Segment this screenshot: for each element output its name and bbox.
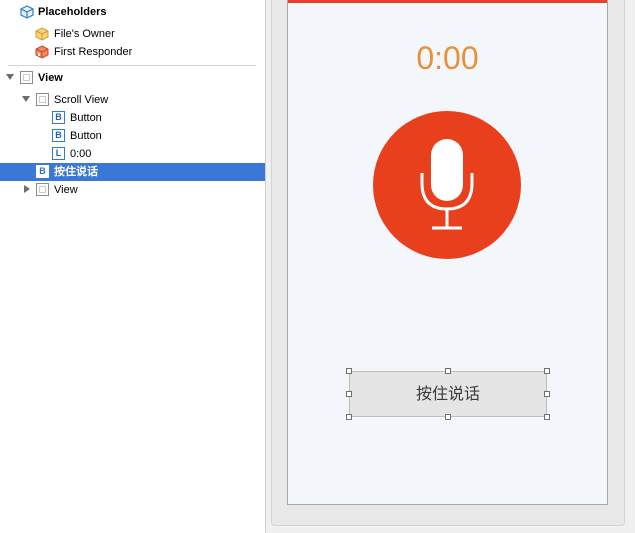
red-cube-icon: [35, 45, 49, 59]
yellow-cube-icon: [35, 27, 49, 41]
scroll-view-icon: [36, 93, 49, 106]
placeholders-label: Placeholders: [38, 6, 107, 18]
outline-row-scroll-view[interactable]: Scroll View: [0, 91, 265, 109]
timer-label[interactable]: 0:00: [288, 40, 607, 77]
disclosure-collapsed-icon[interactable]: [22, 184, 32, 194]
resize-handle-bottom-right[interactable]: [544, 414, 550, 420]
resize-handle-top-right[interactable]: [544, 368, 550, 374]
outline-row-first-responder[interactable]: First Responder: [0, 43, 265, 61]
view-label: View: [38, 72, 63, 84]
scroll-view-label: Scroll View: [54, 94, 109, 106]
outline-row-files-owner[interactable]: File's Owner: [0, 25, 265, 43]
resize-handle-left[interactable]: [346, 391, 352, 397]
document-outline: Placeholders File's Owner First Responde…: [0, 0, 266, 533]
cube-icon: [20, 5, 34, 19]
outline-row-button-1[interactable]: B Button: [0, 109, 265, 127]
outline-row-talk-button[interactable]: B 按住说话: [0, 163, 265, 181]
first-responder-label: First Responder: [54, 46, 133, 58]
label-time-label: 0:00: [70, 148, 92, 160]
resize-handle-bottom[interactable]: [445, 414, 451, 420]
button-type-icon: B: [52, 111, 65, 124]
view-box-icon: [20, 71, 33, 84]
outline-row-sub-view[interactable]: View: [0, 181, 265, 199]
view-controller-scene[interactable]: 0:00 按住说话: [287, 0, 608, 505]
files-owner-label: File's Owner: [54, 28, 115, 40]
talk-button-label: 按住说话: [54, 166, 98, 178]
outline-separator: [8, 65, 256, 66]
button-1-label: Button: [70, 112, 102, 124]
view-box-icon: [36, 183, 49, 196]
record-button[interactable]: [373, 111, 521, 259]
outline-row-placeholders[interactable]: Placeholders: [0, 3, 265, 21]
sub-view-label: View: [54, 184, 78, 196]
button-2-label: Button: [70, 130, 102, 142]
outline-row-button-2[interactable]: B Button: [0, 127, 265, 145]
resize-handle-top[interactable]: [445, 368, 451, 374]
label-type-icon: L: [52, 147, 65, 160]
top-accent-bar: [288, 0, 607, 3]
resize-handle-top-left[interactable]: [346, 368, 352, 374]
button-type-icon: B: [36, 165, 49, 178]
resize-handle-right[interactable]: [544, 391, 550, 397]
talk-button[interactable]: 按住说话: [349, 371, 547, 417]
disclosure-expanded-icon[interactable]: [5, 72, 15, 82]
microphone-icon: [420, 139, 474, 230]
outline-row-label-time[interactable]: L 0:00: [0, 145, 265, 163]
button-type-icon: B: [52, 129, 65, 142]
resize-handle-bottom-left[interactable]: [346, 414, 352, 420]
interface-builder-canvas[interactable]: 0:00 按住说话: [266, 0, 635, 533]
outline-row-view[interactable]: View: [0, 69, 265, 87]
disclosure-expanded-icon[interactable]: [21, 94, 31, 104]
